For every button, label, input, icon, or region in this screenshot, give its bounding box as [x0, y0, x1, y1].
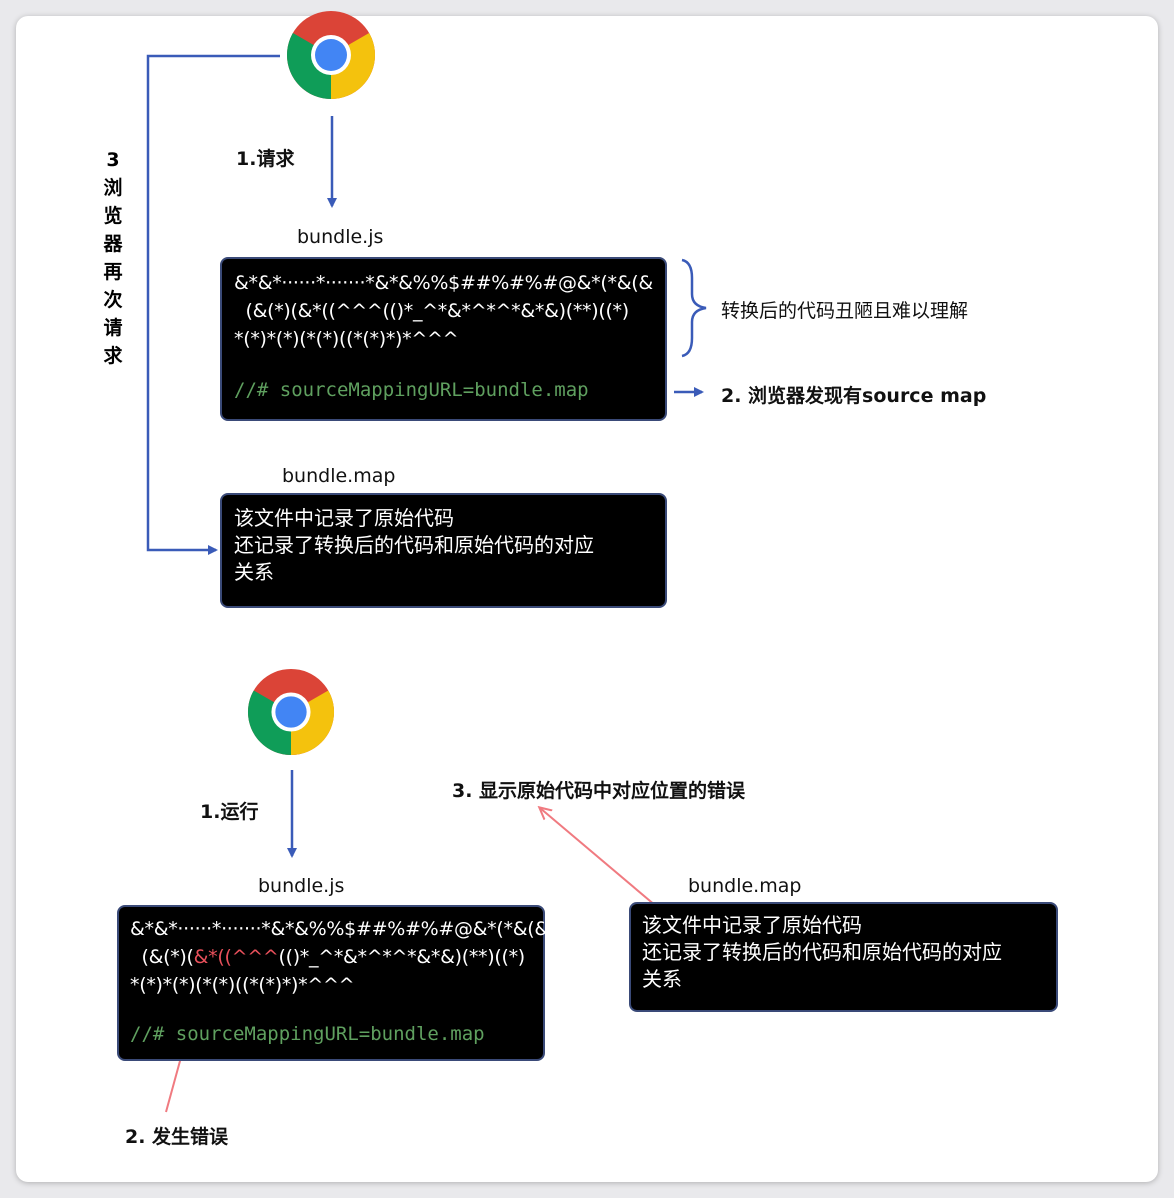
code-line: &*&*······*·······*&*&%%$##%#%#@&*(*&(&	[130, 918, 549, 940]
code-line-with-error: (&(*)(&*((^^^(()*_^*&*^*^*&*&)(**)((*)	[130, 943, 525, 971]
run-label: 1.运行	[200, 801, 259, 823]
bundle-map-label: bundle.map	[688, 875, 802, 897]
brace	[681, 258, 707, 358]
bundle-map-box: 该文件中记录了原始代码 还记录了转换后的代码和原始代码的对应 关系	[220, 493, 667, 608]
bundle-js-code-box: &*&*······*·······*&*&%%$##%#%#@&*(*&(& …	[220, 257, 667, 421]
re-request-vertical-label: 3 浏 览 器 再 次 请 求	[100, 146, 126, 370]
bundle-map-box: 该文件中记录了原始代码 还记录了转换后的代码和原始代码的对应 关系	[629, 902, 1058, 1012]
side-char: 览	[103, 205, 123, 227]
code-line: (&(*)(&*((^^^(()*_^*&*^*^*&*&)(**)((*)	[234, 300, 629, 322]
side-char: 次	[103, 289, 123, 311]
map-line: 该文件中记录了原始代码	[234, 506, 454, 530]
arrow-show-original	[540, 808, 657, 907]
map-line: 该文件中记录了原始代码	[642, 913, 862, 937]
bundle-js-label: bundle.js	[297, 226, 384, 248]
code-segment: (()*_^*&*^*^*&*&)(**)((*)	[278, 946, 525, 968]
step-number: 3	[106, 149, 120, 171]
bundle-map-label: bundle.map	[282, 465, 396, 487]
request-label: 1.请求	[236, 148, 295, 170]
side-char: 器	[103, 233, 123, 255]
side-char: 请	[103, 317, 123, 339]
found-source-map-note: 2. 浏览器发现有source map	[721, 385, 987, 407]
code-line: *(*)*(*)(*(*)((*(*)*)*^^^	[130, 974, 355, 996]
code-line: &*&*······*·······*&*&%%$##%#%#@&*(*&(&	[234, 272, 653, 294]
show-original-note: 3. 显示原始代码中对应位置的错误	[452, 780, 746, 802]
brace-note: 转换后的代码丑陋且难以理解	[721, 300, 969, 322]
error-highlight: &*((^^^	[193, 946, 279, 968]
map-line: 还记录了转换后的代码和原始代码的对应	[234, 533, 594, 557]
error-note: 2. 发生错误	[125, 1126, 229, 1148]
source-mapping-comment: //# sourceMappingURL=bundle.map	[234, 379, 589, 401]
chrome-icon	[287, 11, 375, 99]
chrome-icon	[247, 668, 335, 756]
map-line: 关系	[234, 560, 274, 584]
bundle-js-code-box: &*&*······*·······*&*&%%$##%#%#@&*(*&(& …	[117, 905, 549, 1061]
side-char: 再	[103, 261, 123, 283]
map-line: 还记录了转换后的代码和原始代码的对应	[642, 940, 1002, 964]
source-mapping-comment: //# sourceMappingURL=bundle.map	[130, 1023, 485, 1045]
side-char: 求	[103, 345, 123, 367]
map-line: 关系	[642, 967, 682, 991]
side-char: 浏	[103, 177, 123, 199]
code-line: *(*)*(*)(*(*)((*(*)*)*^^^	[234, 328, 459, 350]
bundle-js-label: bundle.js	[258, 875, 345, 897]
code-segment: (&(*)(	[130, 946, 194, 968]
